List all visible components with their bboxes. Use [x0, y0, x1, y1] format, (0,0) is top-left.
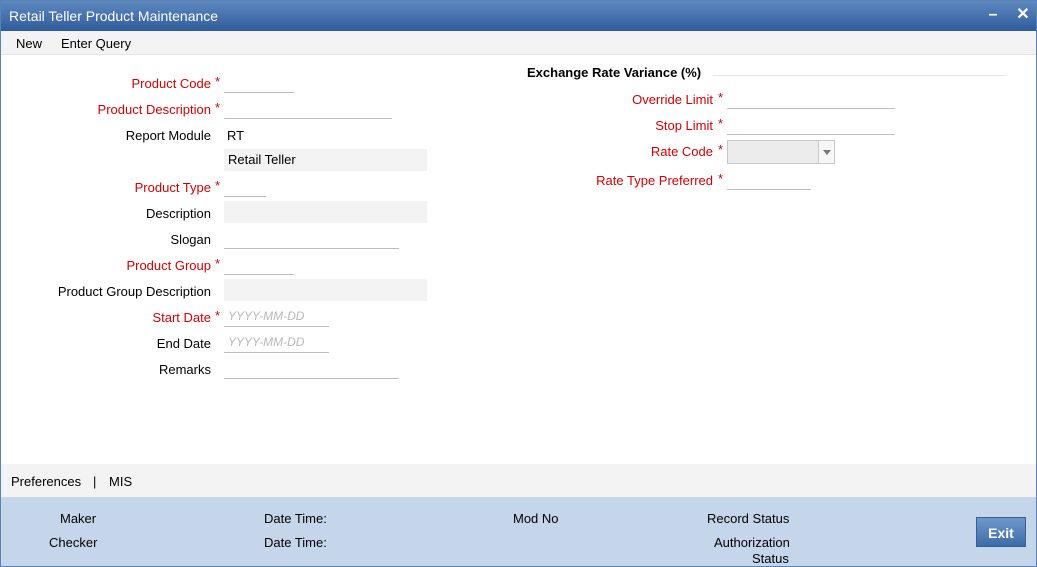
chevron-down-icon[interactable] [818, 141, 834, 163]
required-mark: * [215, 256, 221, 271]
minimize-icon[interactable]: – [983, 5, 1003, 25]
stop-limit-label: Stop Limit [655, 118, 713, 133]
required-mark: * [215, 100, 221, 115]
override-limit-input[interactable] [727, 89, 895, 109]
start-date-label: Start Date [152, 310, 211, 325]
tab-separator: | [93, 474, 97, 489]
end-date-label: End Date [156, 336, 211, 351]
maker-label: Maker [60, 511, 97, 526]
report-module-label: Report Module [125, 128, 211, 143]
end-date-input[interactable]: YYYY-MM-DD [224, 333, 329, 353]
tab-mis[interactable]: MIS [109, 474, 132, 489]
required-mark: * [215, 74, 221, 89]
authorization-status-label-line2: Status [752, 551, 789, 566]
product-type-label: Product Type [134, 180, 211, 195]
close-icon[interactable]: ✕ [1013, 5, 1033, 25]
slogan-input[interactable] [224, 229, 399, 249]
new-menu-item[interactable]: New [16, 36, 42, 51]
exchange-rate-variance-title: Exchange Rate Variance (%) [527, 65, 702, 80]
product-description-label: Product Description [97, 102, 211, 117]
sub-screen-tab-bar: Preferences | MIS [1, 464, 1036, 497]
section-divider [713, 75, 1006, 76]
tab-preferences[interactable]: Preferences [11, 474, 81, 489]
required-mark: * [215, 308, 221, 323]
product-description-input[interactable] [224, 99, 392, 119]
required-mark: * [718, 171, 724, 186]
remarks-label: Remarks [158, 362, 211, 377]
rate-code-label: Rate Code [650, 144, 713, 159]
product-code-input[interactable] [224, 73, 294, 93]
window-title: Retail Teller Product Maintenance [9, 8, 219, 24]
record-status-label: Record Status [707, 511, 790, 526]
description-label: Description [145, 206, 211, 221]
description-field [224, 201, 427, 223]
authorization-status-label: Authorization [714, 535, 790, 550]
menu-bar: New Enter Query [1, 31, 1036, 55]
product-group-label: Product Group [126, 258, 211, 273]
product-type-input[interactable] [224, 177, 266, 197]
enter-query-menu-item[interactable]: Enter Query [61, 36, 131, 51]
exit-button[interactable]: Exit [976, 517, 1026, 547]
checker-label: Checker [49, 535, 98, 550]
report-module-value: RT [227, 128, 245, 143]
checker-date-time-label: Date Time: [264, 535, 327, 550]
product-group-input[interactable] [224, 255, 294, 275]
required-mark: * [718, 90, 724, 105]
maker-date-time-label: Date Time: [264, 511, 327, 526]
remarks-input[interactable] [224, 359, 399, 379]
required-mark: * [718, 142, 724, 157]
mod-no-label: Mod No [513, 511, 559, 526]
audit-footer: Maker Checker Date Time: Date Time: Mod … [1, 497, 1036, 566]
product-group-description-label: Product Group Description [57, 284, 211, 299]
rate-code-select[interactable] [727, 140, 835, 164]
start-date-input[interactable]: YYYY-MM-DD [224, 307, 329, 327]
report-module-description: Retail Teller [224, 149, 427, 171]
stop-limit-input[interactable] [727, 115, 895, 135]
required-mark: * [215, 178, 221, 193]
required-mark: * [718, 116, 724, 131]
product-group-description-field [224, 279, 427, 301]
product-maintenance-window: Retail Teller Product Maintenance – ✕ Ne… [0, 0, 1037, 567]
override-limit-label: Override Limit [632, 92, 713, 107]
product-code-label: Product Code [131, 76, 212, 91]
title-bar: Retail Teller Product Maintenance – ✕ [1, 1, 1036, 31]
rate-type-preferred-input[interactable] [727, 170, 811, 190]
rate-type-preferred-label: Rate Type Preferred [596, 173, 713, 188]
slogan-label: Slogan [170, 232, 211, 247]
